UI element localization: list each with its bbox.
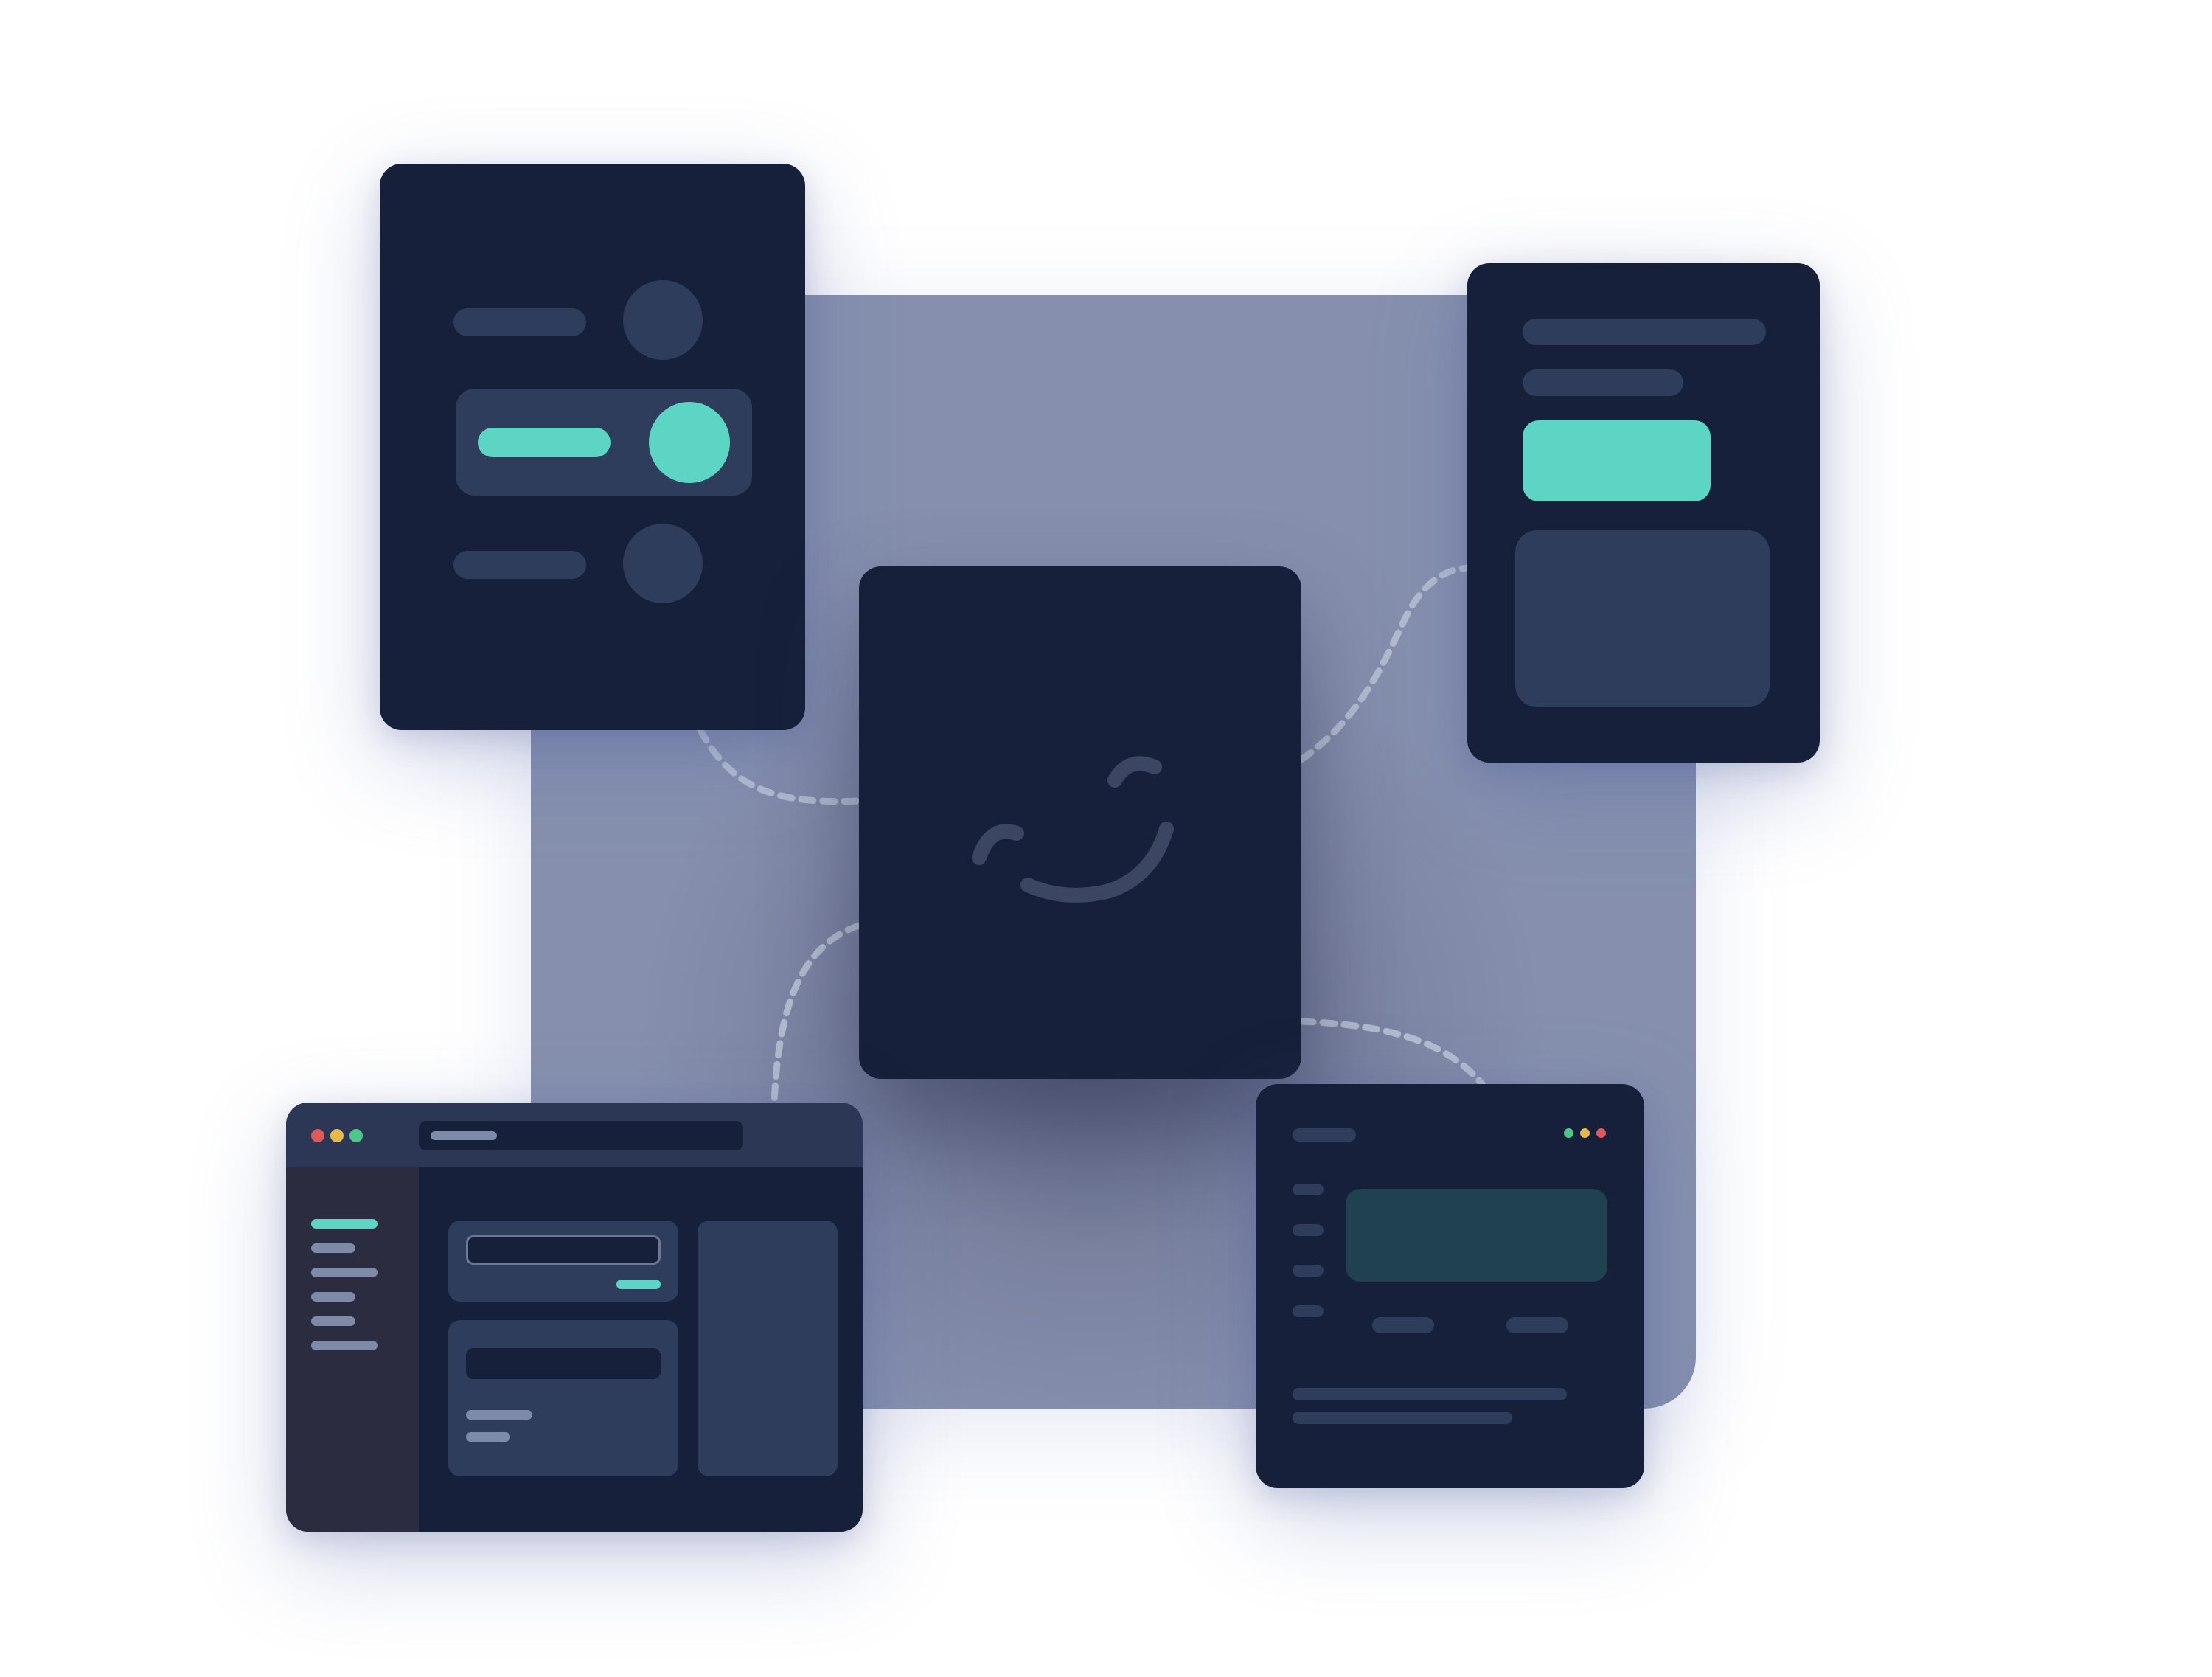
connector-center-to-form xyxy=(1298,564,1475,763)
setting-label-1 xyxy=(453,308,586,336)
setting-toggle-1[interactable] xyxy=(623,280,703,360)
form-card xyxy=(1467,263,1820,763)
browser-search-panel xyxy=(448,1221,678,1302)
setting-toggle-active[interactable] xyxy=(649,402,730,483)
app-title-placeholder xyxy=(1293,1128,1356,1142)
app-text-line xyxy=(1293,1412,1512,1424)
smiley-wink-icon xyxy=(972,756,1174,903)
app-nav-item[interactable] xyxy=(1293,1184,1324,1195)
app-action-button[interactable] xyxy=(1372,1317,1434,1333)
connector-center-to-app xyxy=(1298,1018,1486,1088)
app-text-line xyxy=(1293,1388,1567,1400)
yellow-dot[interactable] xyxy=(1580,1128,1590,1138)
green-dot[interactable] xyxy=(1564,1128,1573,1138)
setting-toggle-3[interactable] xyxy=(623,524,703,603)
search-submit-button[interactable] xyxy=(616,1280,661,1289)
app-hero-panel xyxy=(1346,1189,1607,1282)
content-line xyxy=(466,1410,532,1420)
connector-settings-to-center xyxy=(697,726,863,805)
sidebar-item[interactable] xyxy=(311,1268,378,1277)
center-card xyxy=(859,566,1301,1079)
form-primary-button[interactable] xyxy=(1523,420,1711,501)
browser-window xyxy=(286,1103,863,1532)
minimize-dot[interactable] xyxy=(330,1129,344,1142)
form-subheading-placeholder xyxy=(1523,369,1683,396)
form-content-area xyxy=(1515,530,1770,707)
content-line xyxy=(466,1432,510,1442)
browser-right-panel xyxy=(698,1221,838,1476)
address-text-placeholder xyxy=(431,1131,497,1140)
sidebar-item[interactable] xyxy=(311,1243,355,1253)
app-nav-item[interactable] xyxy=(1293,1305,1324,1317)
red-dot[interactable] xyxy=(1596,1128,1606,1138)
setting-label-active xyxy=(478,428,611,457)
setting-row-highlighted[interactable] xyxy=(456,389,752,496)
browser-titlebar xyxy=(286,1103,863,1167)
sidebar-item[interactable] xyxy=(311,1341,378,1350)
address-bar[interactable] xyxy=(419,1121,743,1150)
connector-center-to-browser xyxy=(771,922,863,1106)
content-header-bar xyxy=(466,1348,661,1379)
app-action-button[interactable] xyxy=(1506,1317,1568,1333)
close-dot[interactable] xyxy=(311,1129,324,1142)
settings-card xyxy=(380,164,805,730)
app-nav-item[interactable] xyxy=(1293,1265,1324,1277)
form-heading-placeholder xyxy=(1523,319,1766,345)
app-window xyxy=(1256,1084,1644,1488)
browser-content-panel xyxy=(448,1320,678,1476)
setting-label-3 xyxy=(453,551,586,579)
sidebar-item[interactable] xyxy=(311,1316,355,1326)
browser-sidebar xyxy=(286,1167,419,1532)
maximize-dot[interactable] xyxy=(349,1129,363,1142)
search-input[interactable] xyxy=(466,1235,661,1265)
sidebar-item[interactable] xyxy=(311,1292,355,1302)
app-nav-item[interactable] xyxy=(1293,1224,1324,1236)
sidebar-item-active[interactable] xyxy=(311,1219,378,1229)
